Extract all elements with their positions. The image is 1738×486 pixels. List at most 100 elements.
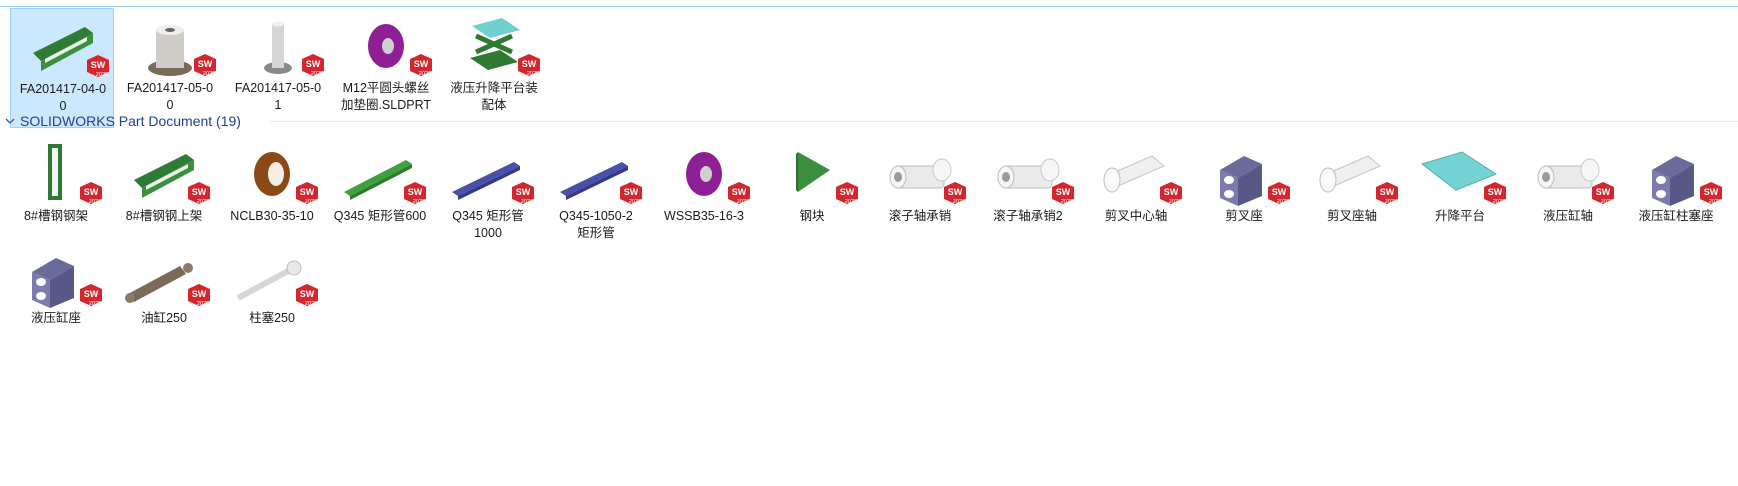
svg-text:2020: 2020 (1493, 199, 1505, 204)
file-name: FA201417-05-0 0 (126, 81, 214, 112)
svg-text:2020: 2020 (311, 71, 323, 76)
file-item[interactable]: SW 2020 剪叉座 (1192, 136, 1296, 256)
file-item[interactable]: SW 2020 剪叉中心轴 (1084, 136, 1188, 256)
svg-text:SW: SW (408, 187, 423, 197)
file-name: Q345 矩形管 1000 (452, 209, 524, 240)
svg-text:2020: 2020 (96, 72, 108, 77)
solidworks-badge-icon: SW 2020 (302, 54, 324, 76)
svg-text:SW: SW (300, 187, 315, 197)
file-name: 液压缸座 (30, 311, 81, 325)
solidworks-badge-icon: SW 2020 (296, 284, 318, 306)
file-item[interactable]: SW 2020 液压缸轴 (1516, 136, 1620, 256)
chevron-down-icon[interactable] (4, 115, 16, 127)
svg-text:2020: 2020 (203, 71, 215, 76)
solidworks-badge-icon: SW 2020 (296, 182, 318, 204)
file-name: WSSB35-16-3 (664, 209, 744, 223)
file-item[interactable]: SW 2020 油缸250 (112, 238, 216, 358)
svg-text:2020: 2020 (737, 199, 749, 204)
file-name: 升降平台 (1434, 209, 1485, 223)
solidworks-badge-icon: SW 2020 (188, 284, 210, 306)
file-item[interactable]: SW 2020 Q345-1050-2 矩形管 (544, 136, 648, 256)
file-item[interactable]: SW 2020 FA201417-04-0 0 (10, 8, 114, 128)
svg-text:SW: SW (1164, 187, 1179, 197)
solidworks-badge-icon: SW 2020 (836, 182, 858, 204)
svg-text:2020: 2020 (89, 199, 101, 204)
solidworks-badge-icon: SW 2020 (404, 182, 426, 204)
solidworks-badge-icon: SW 2020 (80, 284, 102, 306)
svg-text:2020: 2020 (413, 199, 425, 204)
solidworks-badge-icon: SW 2020 (1052, 182, 1074, 204)
file-item[interactable]: SW 2020 液压升降平台装 配体 (442, 8, 546, 128)
solidworks-badge-icon: SW 2020 (1700, 182, 1722, 204)
file-name: 油缸250 (141, 311, 187, 325)
solidworks-badge-icon: SW 2020 (80, 182, 102, 204)
solidworks-badge-icon: SW 2020 (188, 182, 210, 204)
svg-text:SW: SW (1704, 187, 1719, 197)
file-name: FA201417-05-0 1 (234, 81, 322, 112)
svg-text:2020: 2020 (197, 301, 209, 306)
svg-text:SW: SW (1596, 187, 1611, 197)
svg-text:SW: SW (1380, 187, 1395, 197)
file-item[interactable]: SW 2020 FA201417-05-0 1 (226, 8, 330, 128)
file-name: 滚子轴承销 (888, 209, 952, 223)
file-name: 柱塞250 (249, 311, 295, 325)
file-item[interactable]: SW 2020 WSSB35-16-3 (652, 136, 756, 256)
file-name: 8#槽钢钢上架 (125, 209, 203, 223)
svg-text:2020: 2020 (419, 71, 431, 76)
svg-text:SW: SW (1272, 187, 1287, 197)
file-name: 剪叉座轴 (1326, 209, 1377, 223)
svg-text:2020: 2020 (1709, 199, 1721, 204)
group-title[interactable]: SOLIDWORKS Part Document (19) (20, 113, 241, 129)
file-item[interactable]: SW 2020 剪叉座轴 (1300, 136, 1404, 256)
svg-text:SW: SW (91, 60, 106, 70)
file-item[interactable]: SW 2020 滚子轴承销 (868, 136, 972, 256)
svg-text:2020: 2020 (629, 199, 641, 204)
svg-text:SW: SW (624, 187, 639, 197)
solidworks-badge-icon: SW 2020 (620, 182, 642, 204)
solidworks-badge-icon: SW 2020 (1268, 182, 1290, 204)
svg-text:SW: SW (732, 187, 747, 197)
file-item[interactable]: SW 2020 Q345 矩形管 1000 (436, 136, 540, 256)
svg-text:2020: 2020 (527, 71, 539, 76)
svg-text:SW: SW (1056, 187, 1071, 197)
top-header-line (0, 0, 1738, 7)
file-item[interactable]: SW 2020 液压缸座 (4, 238, 108, 358)
file-item[interactable]: SW 2020 FA201417-05-0 0 (118, 8, 222, 128)
file-item[interactable]: SW 2020 Q345 矩形管600 (328, 136, 432, 256)
solidworks-badge-icon: SW 2020 (1592, 182, 1614, 204)
file-name: 剪叉中心轴 (1104, 209, 1168, 223)
file-item[interactable]: SW 2020 滚子轴承销2 (976, 136, 1080, 256)
file-name: 液压升降平台装 配体 (450, 81, 538, 112)
solidworks-badge-icon: SW 2020 (512, 182, 534, 204)
file-item[interactable]: SW 2020 钢块 (760, 136, 864, 256)
svg-text:SW: SW (414, 59, 429, 69)
solidworks-badge-icon: SW 2020 (1484, 182, 1506, 204)
solidworks-badge-icon: SW 2020 (194, 54, 216, 76)
solidworks-badge-icon: SW 2020 (728, 182, 750, 204)
svg-text:2020: 2020 (1385, 199, 1397, 204)
group-divider (270, 121, 1738, 122)
file-item[interactable]: SW 2020 液压缸柱塞座 (1624, 136, 1728, 256)
file-name: 剪叉座 (1225, 209, 1263, 223)
svg-text:SW: SW (840, 187, 855, 197)
svg-text:SW: SW (192, 289, 207, 299)
file-item[interactable]: SW 2020 柱塞250 (220, 238, 324, 358)
file-item[interactable]: SW 2020 升降平台 (1408, 136, 1512, 256)
svg-text:2020: 2020 (197, 199, 209, 204)
file-name: Q345-1050-2 矩形管 (559, 209, 633, 240)
svg-text:SW: SW (84, 289, 99, 299)
svg-text:SW: SW (198, 59, 213, 69)
svg-text:2020: 2020 (305, 301, 317, 306)
file-item[interactable]: SW 2020 M12平圆头螺丝 加垫圈.SLDPRT (334, 8, 438, 128)
svg-text:SW: SW (192, 187, 207, 197)
svg-text:2020: 2020 (1169, 199, 1181, 204)
svg-text:SW: SW (948, 187, 963, 197)
svg-text:2020: 2020 (845, 199, 857, 204)
solidworks-badge-icon: SW 2020 (410, 54, 432, 76)
file-name: 液压缸柱塞座 (1638, 209, 1714, 223)
svg-text:2020: 2020 (953, 199, 965, 204)
svg-text:2020: 2020 (89, 301, 101, 306)
svg-text:SW: SW (84, 187, 99, 197)
file-name: FA201417-04-0 0 (19, 82, 107, 113)
solidworks-badge-icon: SW 2020 (1160, 182, 1182, 204)
